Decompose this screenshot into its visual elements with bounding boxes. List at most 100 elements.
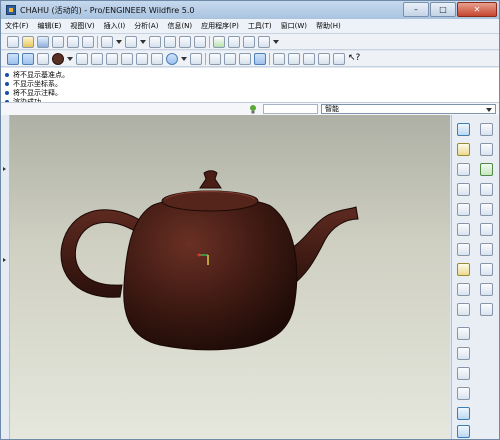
menu-analysis[interactable]: 分析(A) [134, 21, 158, 31]
message-line: 将不显示注释。 [5, 89, 62, 97]
navigator-collapse-handle[interactable] [1, 115, 10, 439]
draft-icon[interactable] [480, 283, 493, 296]
graphics-viewport[interactable] [10, 115, 450, 439]
chevron-down-icon[interactable] [67, 53, 73, 65]
sketch-icon[interactable] [457, 123, 470, 136]
teapot-lid-knob [199, 170, 222, 189]
menu-window[interactable]: 窗口(W) [281, 21, 307, 31]
menu-info[interactable]: 信息(N) [167, 21, 192, 31]
info-bullet-icon [5, 91, 9, 95]
mirror-icon[interactable] [480, 303, 493, 316]
menu-applications[interactable]: 应用程序(P) [201, 21, 239, 31]
toolbar-separator [269, 52, 270, 65]
chevron-down-icon[interactable] [181, 53, 187, 65]
shaded-icon[interactable] [254, 52, 266, 65]
spin-center-icon[interactable] [52, 52, 64, 65]
teapot-model[interactable] [10, 115, 450, 439]
menu-bar: 文件(F) 编辑(E) 视图(V) 插入(I) 分析(A) 信息(N) 应用程序… [1, 19, 499, 34]
zoom-in-icon[interactable] [76, 52, 88, 65]
window-icon[interactable] [7, 52, 19, 65]
revolve-icon[interactable] [480, 163, 493, 176]
hidden-line-icon[interactable] [224, 52, 236, 65]
main-toolbar [1, 34, 499, 50]
saved-views-icon[interactable] [136, 52, 148, 65]
shell-icon[interactable] [480, 243, 493, 256]
extrude-icon[interactable] [480, 143, 493, 156]
view-manager-icon[interactable] [190, 52, 202, 65]
reorient-icon[interactable] [121, 52, 133, 65]
menu-file[interactable]: 文件(F) [5, 21, 29, 31]
datum-plane-icon[interactable] [273, 52, 285, 65]
refit-icon[interactable] [106, 52, 118, 65]
expand-arrow-icon [3, 258, 8, 262]
thicken-icon[interactable] [457, 387, 470, 400]
regenerate-manager-icon[interactable] [228, 35, 240, 48]
message-line: 不显示坐标系。 [5, 80, 62, 88]
menu-insert[interactable]: 插入(I) [104, 21, 126, 31]
feature-toolbar [451, 115, 499, 439]
menu-help[interactable]: 帮助(H) [316, 21, 341, 31]
datum-point-icon[interactable] [303, 52, 315, 65]
hole-icon[interactable] [480, 223, 493, 236]
sweep-icon[interactable] [480, 183, 493, 196]
datum-axis-icon[interactable] [288, 52, 300, 65]
paste-special-icon[interactable] [194, 35, 206, 48]
cut-icon[interactable] [149, 35, 161, 48]
annotation-icon[interactable] [333, 52, 345, 65]
toolbar-separator [209, 35, 210, 48]
shading-icon[interactable] [166, 52, 178, 65]
expand-arrow-icon [3, 167, 8, 171]
chevron-down-icon[interactable] [273, 36, 279, 48]
pattern-icon[interactable] [457, 303, 470, 316]
repaint-icon[interactable] [22, 52, 34, 65]
analysis-icon[interactable] [457, 243, 470, 256]
layers-icon[interactable] [151, 52, 163, 65]
menu-edit[interactable]: 编辑(E) [38, 21, 62, 31]
datum-plane-icon[interactable] [457, 143, 470, 156]
orient-icon[interactable] [37, 52, 49, 65]
swept-blend-icon[interactable] [480, 203, 493, 216]
chevron-down-icon[interactable] [116, 36, 122, 48]
regenerate-icon[interactable] [213, 35, 225, 48]
undo-icon[interactable] [101, 35, 113, 48]
round-icon[interactable] [457, 263, 470, 276]
email-icon[interactable] [82, 35, 94, 48]
merge-icon[interactable] [457, 327, 470, 340]
context-help-icon[interactable]: ↖? [348, 53, 360, 65]
maximize-button[interactable]: □ [430, 2, 456, 17]
datum-axis-icon[interactable] [457, 163, 470, 176]
zoom-out-icon[interactable] [91, 52, 103, 65]
open-icon[interactable] [22, 35, 34, 48]
csys-icon[interactable] [457, 223, 470, 236]
selection-filter-select[interactable]: 智能 [321, 104, 496, 114]
offset-icon[interactable] [457, 367, 470, 380]
save-icon[interactable] [37, 35, 49, 48]
search-icon[interactable] [243, 35, 255, 48]
rib-icon[interactable] [480, 263, 493, 276]
command-input[interactable] [263, 104, 318, 114]
warp-icon[interactable] [457, 425, 470, 438]
style-icon[interactable] [457, 407, 470, 420]
wireframe-icon[interactable] [209, 52, 221, 65]
select-box-icon[interactable] [258, 35, 270, 48]
title-bar: CHAHU (活动的) - Pro/ENGINEER Wildfire 5.0 … [1, 1, 499, 19]
print-icon[interactable] [52, 35, 64, 48]
menu-view[interactable]: 视图(V) [70, 21, 94, 31]
paste-icon[interactable] [179, 35, 191, 48]
copy-icon[interactable] [164, 35, 176, 48]
new-file-icon[interactable] [7, 35, 19, 48]
chevron-down-icon[interactable] [140, 36, 146, 48]
no-hidden-icon[interactable] [239, 52, 251, 65]
blend-icon[interactable] [480, 123, 493, 136]
bulb-icon[interactable] [249, 104, 257, 114]
print-preview-icon[interactable] [67, 35, 79, 48]
redo-icon[interactable] [125, 35, 137, 48]
csys-icon[interactable] [318, 52, 330, 65]
datum-curve-icon[interactable] [457, 183, 470, 196]
menu-tools[interactable]: 工具(T) [248, 21, 272, 31]
trim-icon[interactable] [457, 347, 470, 360]
datum-point-icon[interactable] [457, 203, 470, 216]
chamfer-icon[interactable] [457, 283, 470, 296]
minimize-button[interactable]: – [403, 2, 429, 17]
close-button[interactable]: ✕ [457, 2, 497, 17]
